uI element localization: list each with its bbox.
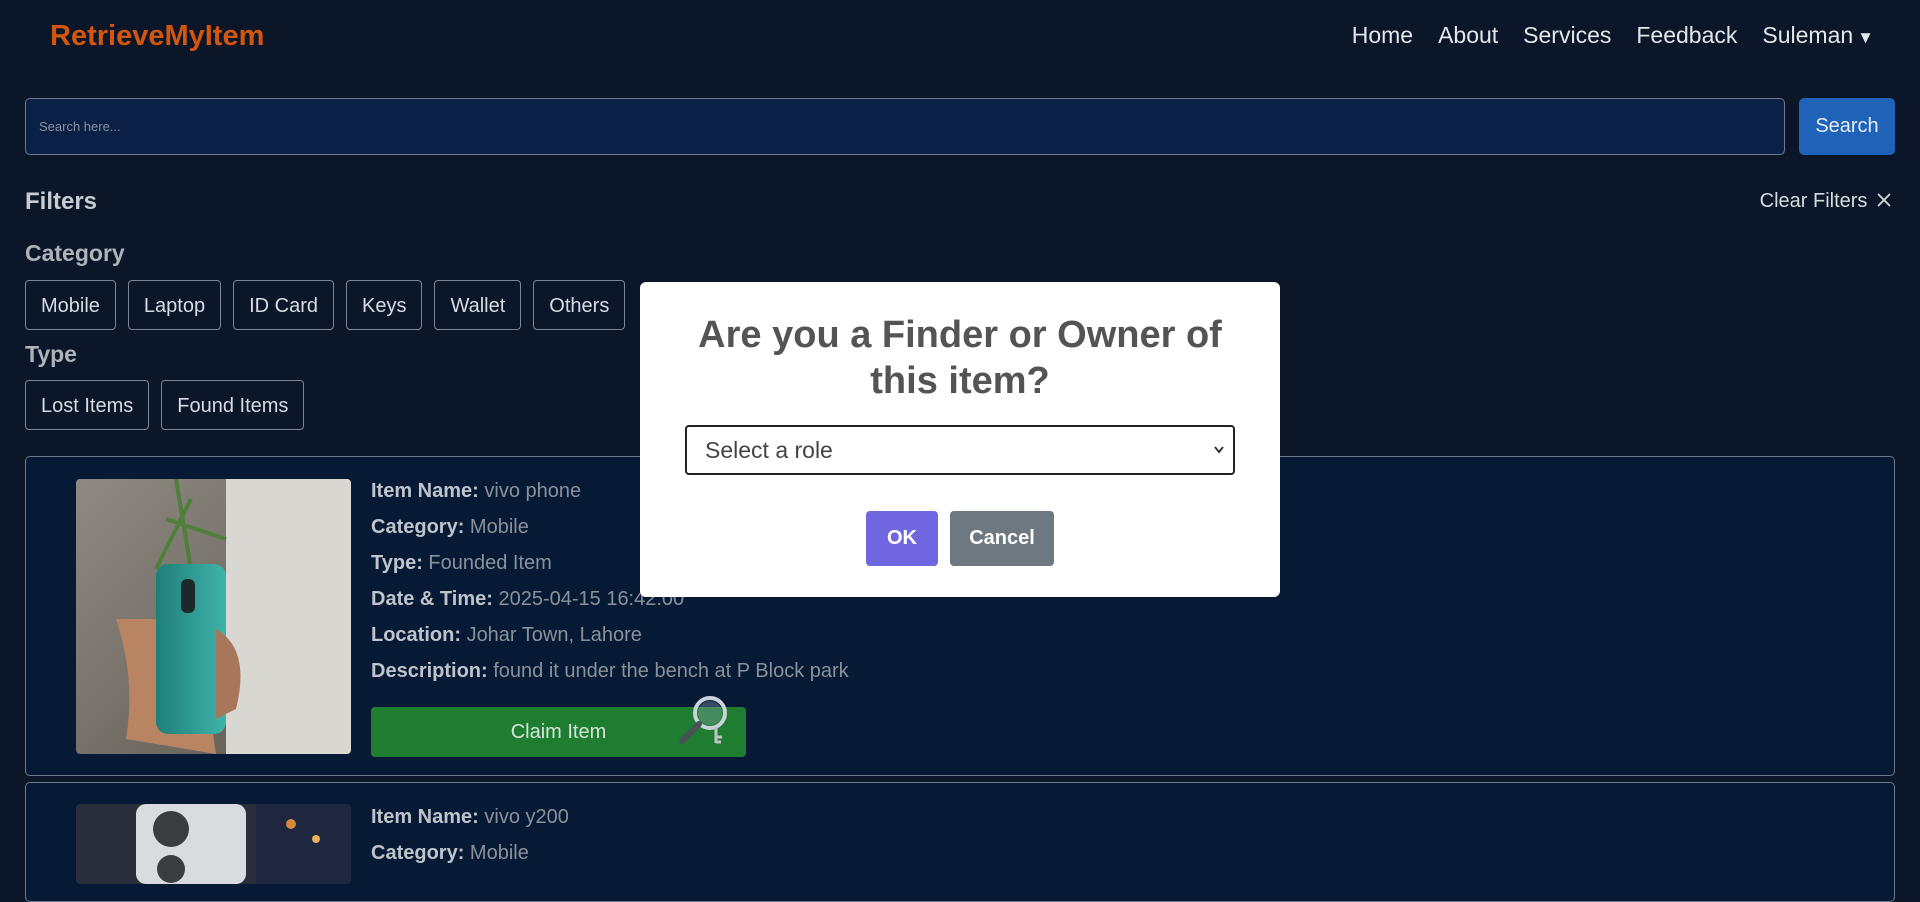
item-card: Item Name: vivo y200 Category: Mobile (25, 782, 1895, 902)
chip-wallet[interactable]: Wallet (434, 280, 522, 330)
magnifier-key-icon (679, 696, 727, 744)
item-description: found it under the bench at P Block park (493, 660, 849, 682)
item-type: Founded Item (428, 552, 552, 574)
nav-feedback[interactable]: Feedback (1636, 22, 1737, 49)
item-category-row: Category: Mobile (371, 842, 529, 864)
chip-laptop[interactable]: Laptop (127, 280, 222, 330)
user-name: Suleman (1762, 22, 1854, 48)
chip-lost-items[interactable]: Lost Items (25, 380, 150, 430)
caret-down-icon: ▼ (1857, 28, 1874, 47)
search-button[interactable]: Search (1799, 98, 1895, 155)
filters-title: Filters (25, 188, 98, 215)
chevron-down-icon (1213, 427, 1225, 491)
item-description-row: Description: found it under the bench at… (371, 660, 849, 682)
item-photo (76, 479, 351, 754)
role-select[interactable]: Select a role (685, 425, 1235, 475)
claim-item-button[interactable]: Claim Item (371, 696, 746, 757)
navbar: RetrieveMyItem Home About Services Feedb… (0, 0, 1920, 75)
chip-mobile[interactable]: Mobile (25, 280, 116, 330)
item-location-row: Location: Johar Town, Lahore (371, 624, 642, 646)
item-name-row: Item Name: vivo y200 (371, 806, 569, 828)
chip-keys[interactable]: Keys (346, 280, 423, 330)
nav-about[interactable]: About (1438, 22, 1498, 49)
user-menu[interactable]: Suleman ▼ (1762, 22, 1874, 49)
nav-links: Home About Services Feedback Suleman ▼ (1352, 22, 1874, 49)
item-category: Mobile (469, 842, 529, 864)
chip-found-items[interactable]: Found Items (161, 380, 305, 430)
type-label: Type (25, 341, 77, 367)
close-icon (1877, 193, 1891, 207)
brand-logo[interactable]: RetrieveMyItem (50, 20, 264, 53)
item-location: Johar Town, Lahore (466, 624, 642, 646)
search-bar: Search (25, 98, 1895, 155)
chip-others[interactable]: Others (533, 280, 626, 330)
type-chips: Lost Items Found Items (25, 380, 305, 430)
clear-filters-button[interactable]: Clear Filters (1760, 190, 1892, 213)
modal-title: Are you a Finder or Owner of this item? (698, 314, 1222, 402)
claim-item-label: Claim Item (510, 721, 607, 743)
role-modal: Are you a Finder or Owner of this item? … (640, 282, 1280, 597)
item-name: vivo y200 (484, 806, 569, 828)
item-category: Mobile (469, 516, 529, 538)
clear-filters-label: Clear Filters (1759, 190, 1868, 212)
ok-button[interactable]: OK (866, 511, 938, 566)
item-name: vivo phone (484, 480, 582, 502)
search-input[interactable] (25, 98, 1785, 155)
role-select-value: Select a role (705, 437, 833, 463)
nav-home[interactable]: Home (1352, 22, 1413, 49)
cancel-button[interactable]: Cancel (950, 511, 1054, 566)
nav-services[interactable]: Services (1523, 22, 1611, 49)
item-photo (76, 804, 351, 884)
category-label: Category (25, 240, 125, 266)
item-details: Item Name: vivo y200 Category: Mobile (371, 799, 569, 871)
chip-id-card[interactable]: ID Card (233, 280, 334, 330)
category-chips: Mobile Laptop ID Card Keys Wallet Others (25, 280, 626, 330)
